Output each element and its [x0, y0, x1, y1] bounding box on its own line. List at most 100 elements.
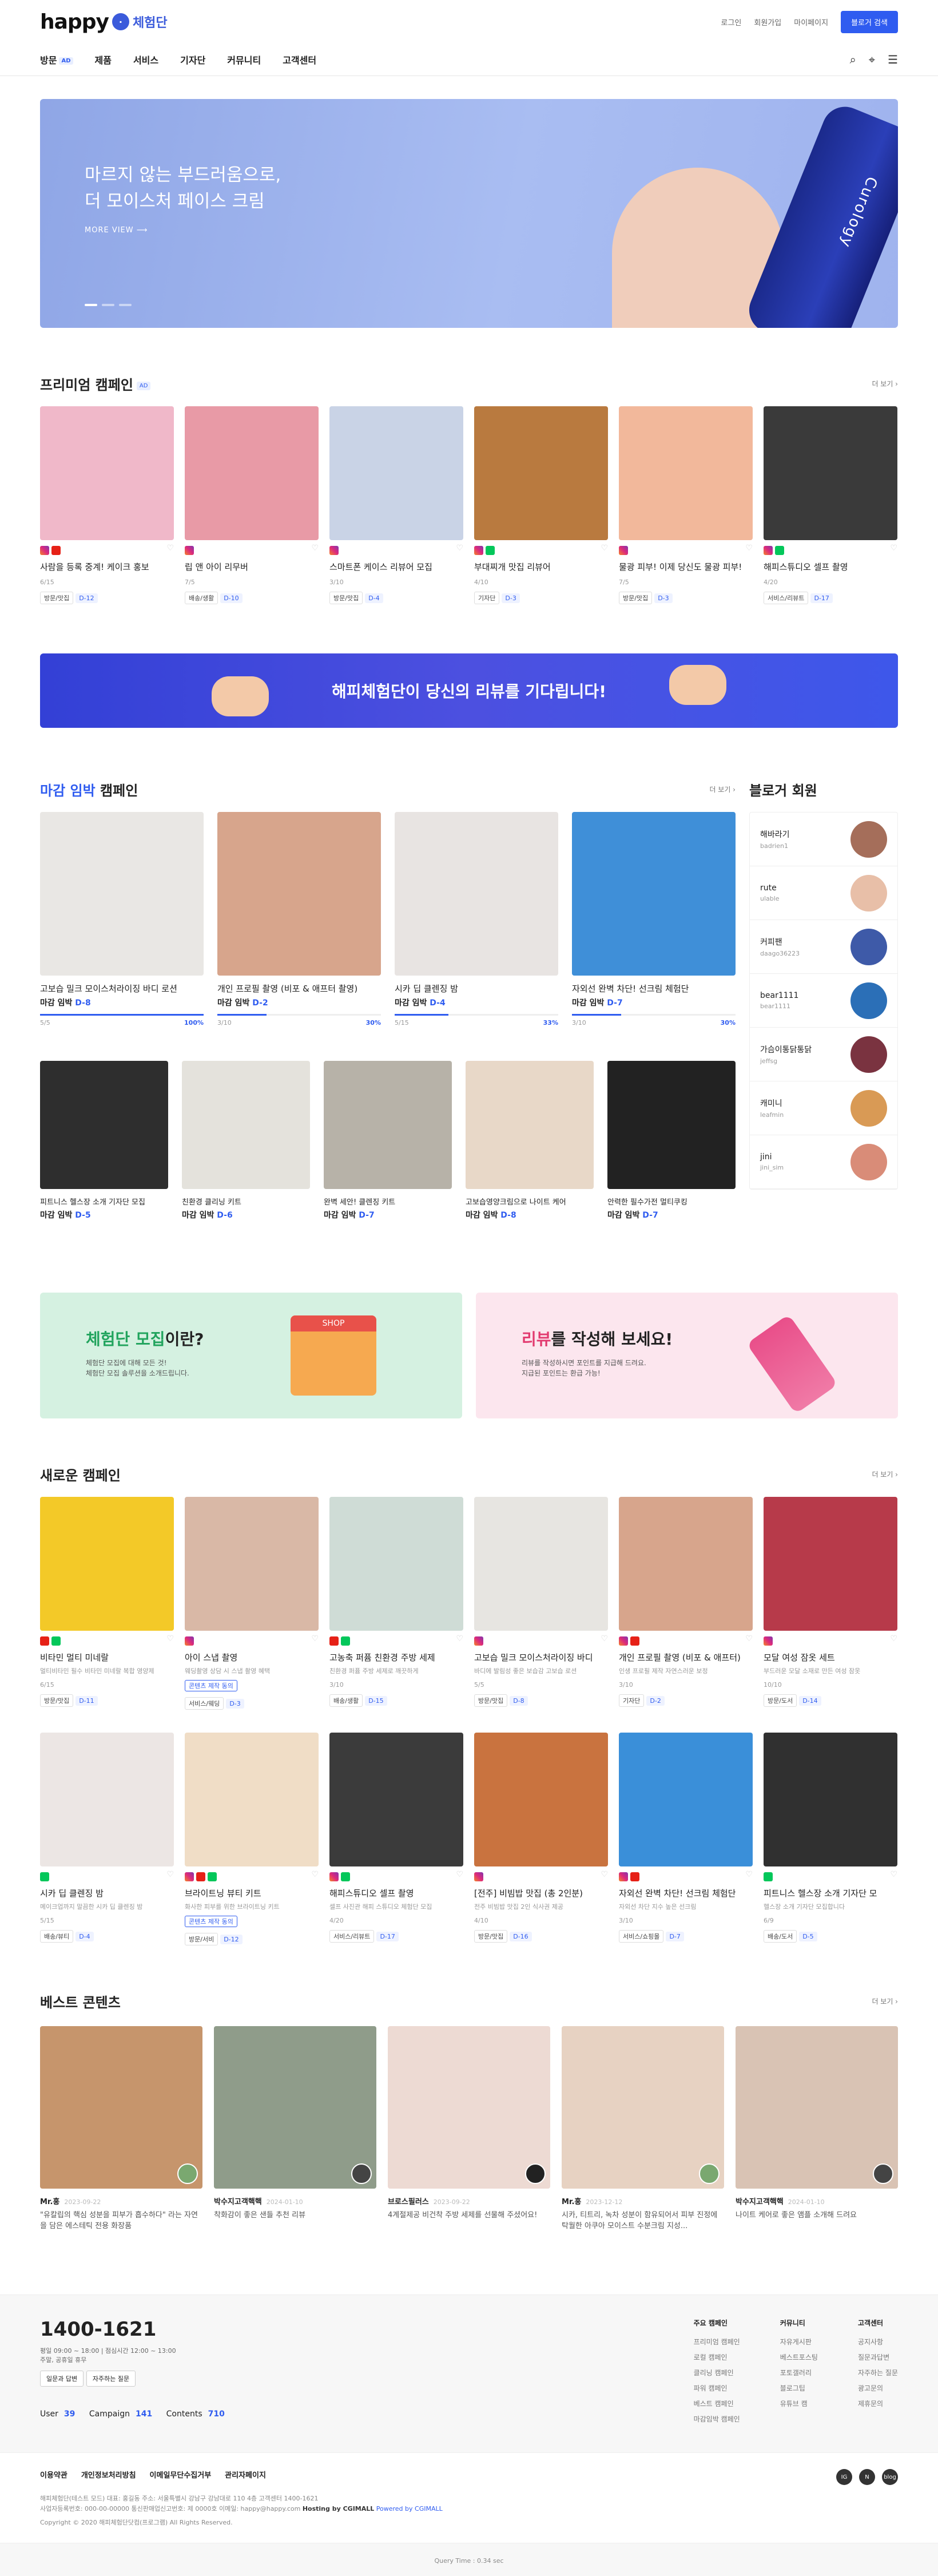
- campaign-card[interactable]: ♡ 고보습 밀크 모이스처라이징 바디 바디에 발림성 좋은 보습감 고보습 로션 5…: [474, 1497, 608, 1710]
- deadline-card[interactable]: 피트니스 헬스장 소개 기자단 모집 마감 임박 D-5: [40, 1061, 168, 1220]
- promo-recruit[interactable]: 체험단 모집이란? 체험단 모집에 대해 모든 것! 체험단 모집 솔루션을 소개…: [40, 1293, 462, 1418]
- hero-dot-3[interactable]: [119, 304, 132, 306]
- campaign-thumbnail[interactable]: [185, 1733, 319, 1866]
- campaign-thumbnail[interactable]: [764, 1497, 897, 1631]
- blogger-item[interactable]: 가슴이통닭통닭 jeffsg: [750, 1028, 897, 1081]
- content-thumbnail[interactable]: [214, 2026, 376, 2189]
- faq-button[interactable]: 자주하는 질문: [86, 2371, 136, 2387]
- deadline-card[interactable]: 자외선 완벽 차단! 선크림 체험단 마감 임박 D-7 3/10 30%: [572, 812, 736, 1027]
- campaign-thumbnail[interactable]: [474, 1497, 608, 1631]
- footer-link[interactable]: 블로그팁: [780, 2383, 818, 2393]
- campaign-thumbnail[interactable]: [40, 1061, 168, 1189]
- heart-icon[interactable]: ♡: [601, 1870, 608, 1879]
- blogger-item[interactable]: 커피팬 daago36223: [750, 920, 897, 974]
- campaign-card[interactable]: ♡ 해피스튜디오 셀프 촬영 4/20 서비스/리뷰트 D-17: [764, 406, 897, 604]
- deadline-card[interactable]: 친환경 클리닝 키트 마감 임박 D-6: [182, 1061, 310, 1220]
- heart-icon[interactable]: ♡: [166, 1634, 174, 1643]
- blogger-item[interactable]: rute ulable: [750, 866, 897, 920]
- nav-item-community[interactable]: 커뮤니티: [227, 53, 261, 66]
- best-content-card[interactable]: 박수지고객핵핵 2024-01-10 나이트 케어로 좋은 앰플 소개해 드려요: [736, 2026, 898, 2232]
- privacy-link[interactable]: 개인정보처리방침: [81, 2469, 136, 2480]
- mypage-link[interactable]: 마이페이지: [794, 17, 828, 27]
- campaign-thumbnail[interactable]: [329, 406, 463, 540]
- deadline-card[interactable]: 완벽 세안! 클렌징 키트 마감 임박 D-7: [324, 1061, 452, 1220]
- site-logo[interactable]: happy · 체험단: [40, 10, 168, 34]
- campaign-card[interactable]: ♡ 물광 피부! 이제 당신도 물광 피부! 7/5 방문/맛집 D-3: [619, 406, 753, 604]
- deadline-card[interactable]: 안력한 필수가전 멀티쿠킹 마감 임박 D-7: [607, 1061, 736, 1220]
- campaign-thumbnail[interactable]: [329, 1733, 463, 1866]
- campaign-card[interactable]: ♡ 비타민 멀티 미네랄 멀티비타민 필수 비타민 미네랄 복합 영양제 6/15 방문…: [40, 1497, 174, 1710]
- heart-icon[interactable]: ♡: [456, 544, 463, 553]
- campaign-thumbnail[interactable]: [40, 1733, 174, 1866]
- review-banner[interactable]: 해피체험단이 당신의 리뷰를 기다립니다!: [40, 653, 898, 728]
- instagram-icon[interactable]: IG: [836, 2469, 852, 2485]
- qna-button[interactable]: 일문과 답변: [40, 2371, 84, 2387]
- search-icon[interactable]: ⌕: [850, 53, 856, 66]
- campaign-thumbnail[interactable]: [619, 1733, 753, 1866]
- best-content-card[interactable]: 브로스필러스 2023-09-22 4계절제공 비건착 주방 세제를 선물해 주셨어…: [388, 2026, 550, 2232]
- heart-icon[interactable]: ♡: [745, 544, 753, 553]
- heart-icon[interactable]: ♡: [166, 544, 174, 553]
- campaign-card[interactable]: ♡ 스마트폰 케이스 리뷰어 모집 3/10 방문/맛집 D-4: [329, 406, 463, 604]
- deadline-card[interactable]: 고보습영양크림으로 나이트 케어 마감 임박 D-8: [466, 1061, 594, 1220]
- blog-icon[interactable]: blog: [882, 2469, 898, 2485]
- heart-icon[interactable]: ♡: [745, 1634, 753, 1643]
- footer-link[interactable]: 광고문의: [858, 2383, 898, 2393]
- footer-link[interactable]: 자유게시판: [780, 2337, 818, 2347]
- content-thumbnail[interactable]: [40, 2026, 202, 2189]
- heart-icon[interactable]: ♡: [890, 1634, 897, 1643]
- login-link[interactable]: 로그인: [721, 17, 742, 27]
- terms-link[interactable]: 이용약관: [40, 2469, 67, 2480]
- new-more-link[interactable]: 더 보기 ›: [872, 1469, 898, 1479]
- campaign-thumbnail[interactable]: [40, 812, 204, 976]
- content-thumbnail[interactable]: [388, 2026, 550, 2189]
- best-more-link[interactable]: 더 보기 ›: [872, 1996, 898, 2006]
- campaign-card[interactable]: ♡ 아이 스냅 촬영 웨딩촬영 상담 시 스냅 촬영 혜택 콘텐츠 제작 동의 서비스/…: [185, 1497, 319, 1710]
- campaign-thumbnail[interactable]: [40, 406, 174, 540]
- campaign-card[interactable]: ♡ 자외선 완벽 차단! 선크림 체험단 자외선 차단 지수 높은 선크림 3/10 서…: [619, 1733, 753, 1945]
- location-pin-icon[interactable]: ⌖: [869, 53, 875, 66]
- footer-link[interactable]: 로컬 캠페인: [694, 2352, 740, 2362]
- nav-item-support[interactable]: 고객센터: [283, 53, 316, 66]
- campaign-thumbnail[interactable]: [474, 406, 608, 540]
- deadline-more-link[interactable]: 더 보기 ›: [709, 784, 736, 794]
- heart-icon[interactable]: ♡: [311, 544, 319, 553]
- hamburger-menu-icon[interactable]: ☰: [888, 53, 898, 66]
- campaign-thumbnail[interactable]: [607, 1061, 736, 1189]
- footer-link[interactable]: 베스트포스팅: [780, 2352, 818, 2362]
- email-refuse-link[interactable]: 이메일무단수집거부: [150, 2469, 212, 2480]
- naver-icon[interactable]: N: [859, 2469, 875, 2485]
- heart-icon[interactable]: ♡: [311, 1870, 319, 1879]
- heart-icon[interactable]: ♡: [601, 544, 608, 553]
- campaign-thumbnail[interactable]: [182, 1061, 310, 1189]
- footer-link[interactable]: 유튜브 캠: [780, 2399, 818, 2408]
- campaign-card[interactable]: ♡ 해피스튜디오 셀프 촬영 셀프 사진관 해피 스튜디오 체험단 모집 4/20 서비…: [329, 1733, 463, 1945]
- heart-icon[interactable]: ♡: [166, 1870, 174, 1879]
- campaign-card[interactable]: ♡ [전주] 비빔밥 맛집 (총 2인분) 전주 비빔밥 맛집 2인 식사권 제공 4…: [474, 1733, 608, 1945]
- campaign-card[interactable]: ♡ 고농축 퍼퓸 친환경 주방 세제 친환경 퍼퓸 주방 세제로 깨끗하게 3/10 배…: [329, 1497, 463, 1710]
- admin-link[interactable]: 관리자페이지: [225, 2469, 266, 2480]
- footer-link[interactable]: 프리미엄 캠페인: [694, 2337, 740, 2347]
- campaign-card[interactable]: ♡ 피트니스 헬스장 소개 기자단 모 헬스장 소개 기자단 모집합니다 6/9 배송/…: [764, 1733, 897, 1945]
- heart-icon[interactable]: ♡: [456, 1634, 463, 1643]
- heart-icon[interactable]: ♡: [456, 1870, 463, 1879]
- campaign-thumbnail[interactable]: [572, 812, 736, 976]
- campaign-thumbnail[interactable]: [395, 812, 558, 976]
- campaign-thumbnail[interactable]: [40, 1497, 174, 1631]
- campaign-card[interactable]: ♡ 사람을 등록 중계! 케이크 홍보 6/15 방문/맛집 D-12: [40, 406, 174, 604]
- campaign-thumbnail[interactable]: [466, 1061, 594, 1189]
- promo-review[interactable]: 리뷰를 작성해 보세요! 리뷰를 작성하시면 포인트를 지급해 드려요. 지급된 …: [476, 1293, 898, 1418]
- blogger-search-button[interactable]: 블로거 검색: [841, 10, 898, 33]
- content-thumbnail[interactable]: [562, 2026, 724, 2189]
- campaign-card[interactable]: ♡ 브라이트닝 뷰티 키트 화사한 피부를 위한 브라이트닝 키트 콘텐츠 제작 동의…: [185, 1733, 319, 1945]
- campaign-thumbnail[interactable]: [329, 1497, 463, 1631]
- nav-item-reporter[interactable]: 기자단: [180, 53, 205, 66]
- blogger-item[interactable]: 캐미니 leafmin: [750, 1081, 897, 1135]
- best-content-card[interactable]: 박수지고객핵핵 2024-01-10 착화감이 좋은 샌들 추천 리뷰: [214, 2026, 376, 2232]
- heart-icon[interactable]: ♡: [311, 1634, 319, 1643]
- campaign-card[interactable]: ♡ 모달 여성 잠옷 세트 부드러운 모달 소재로 만든 여성 잠옷 10/10 방문/…: [764, 1497, 897, 1710]
- campaign-card[interactable]: ♡ 립 앤 아이 리무버 7/5 배송/생활 D-10: [185, 406, 319, 604]
- campaign-thumbnail[interactable]: [185, 406, 319, 540]
- campaign-card[interactable]: ♡ 개인 프로필 촬영 (비포 & 애프터) 인생 프로필 제작 자연스러운 보정 3…: [619, 1497, 753, 1710]
- nav-item-service[interactable]: 서비스: [133, 53, 158, 66]
